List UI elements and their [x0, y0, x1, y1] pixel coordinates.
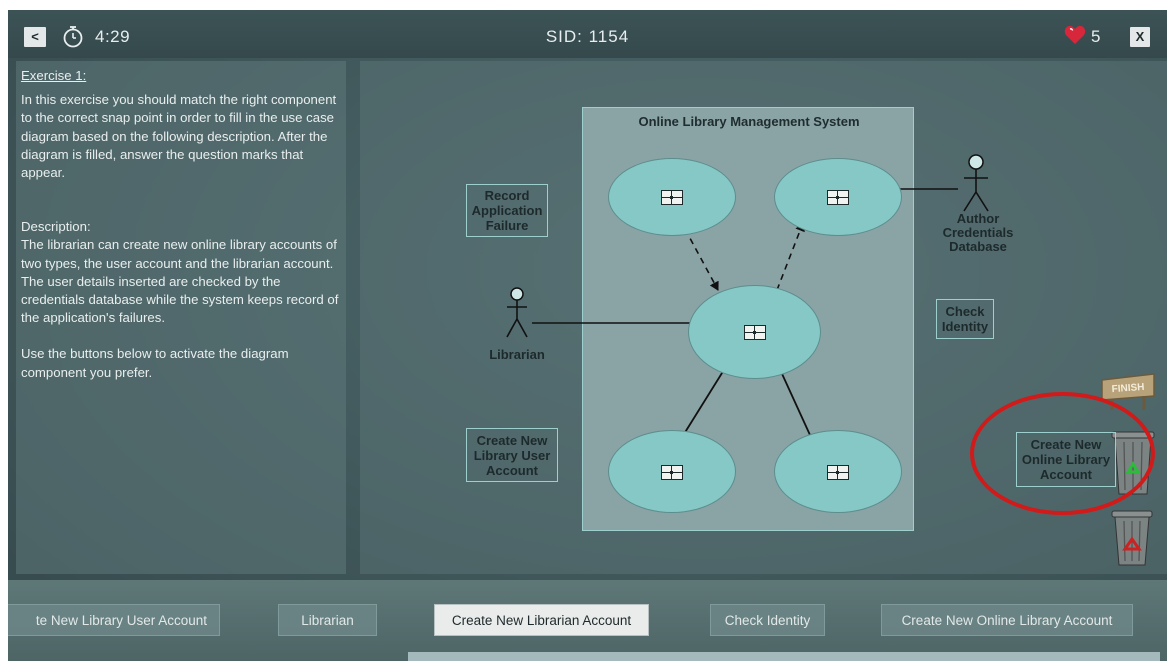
component-bar: te New Library User Account Librarian Cr…	[8, 580, 1167, 661]
snap-point-icon[interactable]	[827, 190, 849, 205]
description-heading: Description:	[21, 219, 91, 235]
instructions-panel: Exercise 1: In this exercise you should …	[16, 61, 346, 574]
description-text: The librarian can create new online libr…	[21, 237, 339, 326]
component-button-create-new-library-user-account[interactable]: te New Library User Account	[8, 604, 220, 636]
snap-point-icon[interactable]	[661, 190, 683, 205]
trash-bin-icon[interactable]	[1108, 507, 1156, 569]
actor-label-author-credentials-database: Author Credentials Database	[942, 211, 1014, 254]
usecase-center[interactable]	[688, 285, 821, 379]
usecase-bottom-right[interactable]	[774, 430, 902, 513]
session-id: SID: 1154	[545, 27, 630, 46]
usecase-top-right[interactable]	[774, 158, 902, 236]
exercise-title: Exercise 1:	[21, 68, 87, 83]
finish-label: FINISH	[1111, 382, 1144, 395]
usecase-bottom-left[interactable]	[608, 430, 736, 513]
include-arrow-left	[684, 228, 719, 291]
generalization-arrow-right	[776, 364, 811, 436]
generalization-arrow-left	[683, 364, 728, 435]
snap-point-icon[interactable]	[661, 464, 683, 480]
component-button-create-new-online-library-account[interactable]: Create New Online Library Account	[881, 604, 1133, 636]
component-button-check-identity[interactable]: Check Identity	[710, 604, 825, 636]
instruction-text: Use the buttons below to activate the di…	[21, 346, 289, 380]
game-screen: < 4:29 SID: 1154 5 X Exercise 1: In this…	[8, 10, 1167, 661]
exercise-intro: In this exercise you should match the ri…	[21, 92, 337, 181]
include-arrow-right	[776, 222, 805, 291]
label-check-identity[interactable]: Check Identity	[936, 299, 994, 339]
librarian-actor-icon	[506, 287, 528, 338]
snap-point-icon[interactable]	[827, 464, 849, 480]
snap-point-icon[interactable]	[743, 325, 766, 340]
actor-label-librarian: Librarian	[489, 347, 545, 362]
component-button-librarian[interactable]: Librarian	[278, 604, 377, 636]
label-create-new-online-library-account[interactable]: Create New Online Library Account	[1016, 432, 1116, 487]
component-button-create-new-librarian-account[interactable]: Create New Librarian Account	[434, 604, 649, 636]
lives-count: 5	[1091, 27, 1101, 46]
top-bar: < 4:29 SID: 1154 5 X	[8, 10, 1167, 58]
author-db-actor-icon	[963, 154, 989, 212]
usecase-top-left[interactable]	[608, 158, 736, 236]
close-button[interactable]: X	[1130, 27, 1150, 47]
horizontal-scrollbar[interactable]	[408, 652, 1160, 661]
label-record-application-failure[interactable]: Record Application Failure	[466, 184, 548, 237]
heart-icon	[1064, 25, 1086, 44]
label-create-new-library-user-account[interactable]: Create New Library User Account	[466, 428, 558, 482]
